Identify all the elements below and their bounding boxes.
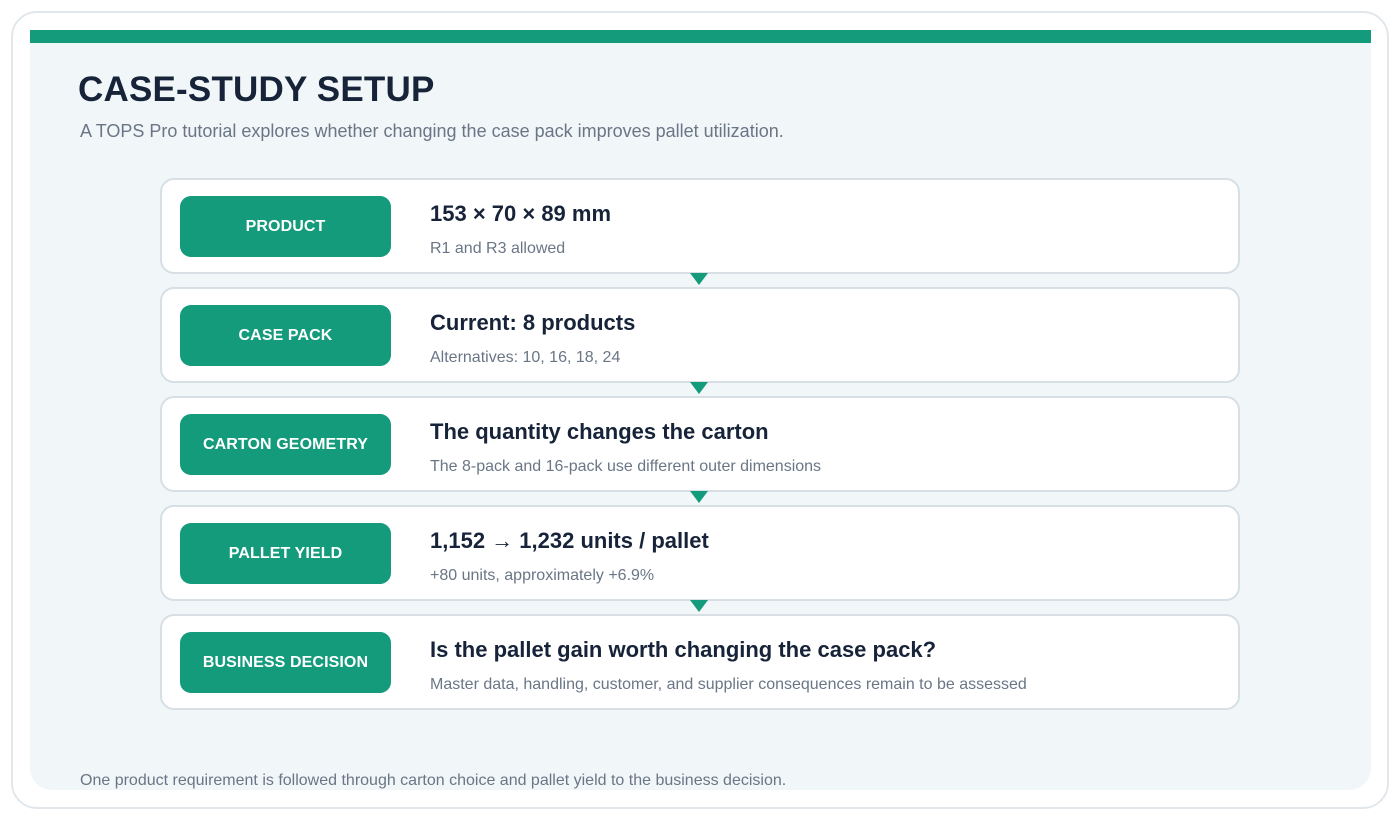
down-triangle-arrow-icon (690, 491, 708, 503)
step-detail: Master data, handling, customer, and sup… (430, 676, 1027, 693)
step-business-decision: BUSINESS DECISION Is the pallet gain wor… (160, 614, 1240, 710)
content-panel: CASE-STUDY SETUP A TOPS Pro tutorial exp… (30, 30, 1371, 790)
step-heading: Is the pallet gain worth changing the ca… (430, 637, 937, 662)
page-subtitle: A TOPS Pro tutorial explores whether cha… (80, 121, 784, 141)
step-heading: The quantity changes the carton (430, 419, 769, 444)
step-badge: PRODUCT (180, 196, 391, 257)
step-heading: 1,152 → 1,232 units / pallet (430, 528, 709, 553)
down-triangle-arrow-icon (690, 273, 708, 285)
step-badge: CASE PACK (180, 305, 391, 366)
step-detail: Alternatives: 10, 16, 18, 24 (430, 349, 621, 366)
step-detail: The 8-pack and 16-pack use different out… (430, 458, 822, 475)
step-badge: CARTON GEOMETRY (180, 414, 391, 475)
step-heading: 153 × 70 × 89 mm (430, 201, 612, 226)
page-title: CASE-STUDY SETUP (78, 70, 435, 109)
step-product: PRODUCT 153 × 70 × 89 mm R1 and R3 allow… (160, 178, 1240, 274)
footer-note: One product requirement is followed thro… (80, 772, 787, 789)
step-carton-geometry: CARTON GEOMETRY The quantity changes the… (160, 396, 1240, 492)
down-triangle-arrow-icon (690, 600, 708, 612)
step-detail: +80 units, approximately +6.9% (430, 567, 655, 584)
step-case-pack: CASE PACK Current: 8 products Alternativ… (160, 287, 1240, 383)
step-detail: R1 and R3 allowed (430, 240, 566, 257)
step-pallet-yield: PALLET YIELD 1,152 → 1,232 units / palle… (160, 505, 1240, 601)
step-badge: BUSINESS DECISION (180, 632, 391, 693)
down-triangle-arrow-icon (690, 382, 708, 394)
accent-bar (30, 30, 1371, 43)
step-heading: Current: 8 products (430, 310, 636, 335)
step-badge: PALLET YIELD (180, 523, 391, 584)
